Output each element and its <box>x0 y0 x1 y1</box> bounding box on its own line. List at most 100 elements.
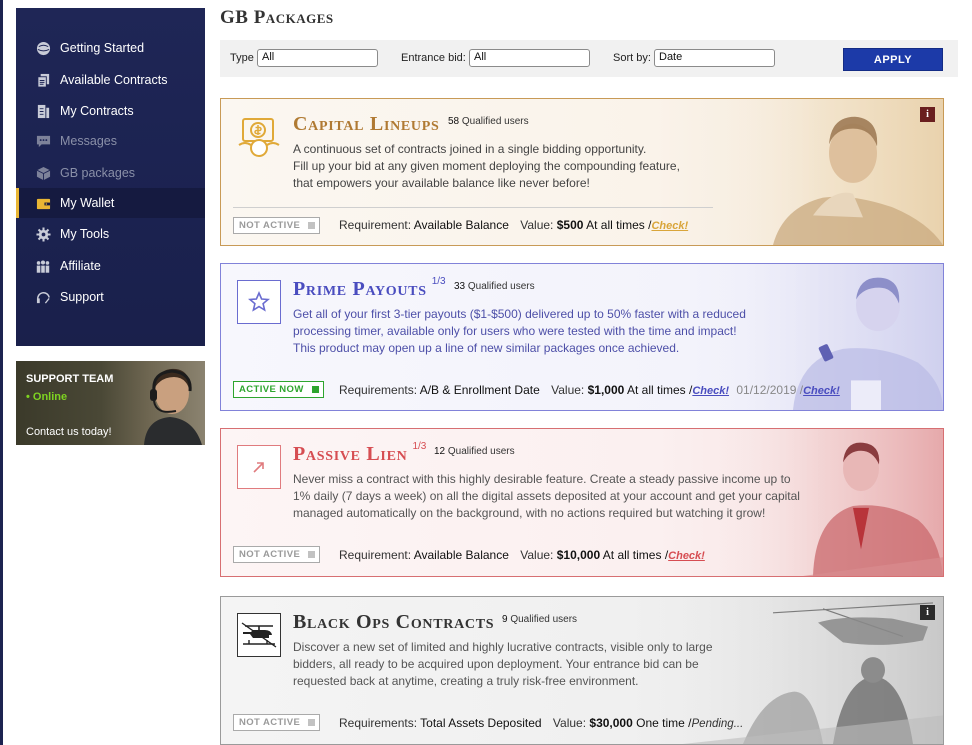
package-title: Passive Lien 1/3 <box>293 441 426 466</box>
description-line: bidders, all ready to be acquired upon d… <box>293 657 699 671</box>
sidebar-item-label: My Contracts <box>60 104 134 118</box>
support-team-banner[interactable]: SUPPORT TEAM • Online Contact us today! <box>16 361 205 445</box>
status-label: ACTIVE NOW <box>239 384 304 395</box>
value-label: Value: <box>520 218 554 232</box>
requirements-row: Requirement: Available Balance Value: $5… <box>339 218 688 232</box>
requirement-value: Total Assets Deposited <box>420 716 542 730</box>
sort-by-select[interactable]: Date <box>654 49 775 67</box>
description-line: Get all of your first 3-tier payouts ($1… <box>293 307 746 321</box>
requirements-row: Requirement: Available Balance Value: $1… <box>339 548 705 562</box>
sidebar-item-label: GB packages <box>60 166 136 180</box>
requirement-value: Available Balance <box>413 548 509 562</box>
description-line: requested back at anytime, creating a tr… <box>293 674 639 688</box>
support-status: • Online <box>26 391 68 403</box>
sidebar-item-support[interactable]: Support <box>16 282 205 312</box>
qualified-label: Qualified users <box>447 446 515 457</box>
qualified-label: Qualified users <box>467 281 535 292</box>
status-square-icon <box>308 222 316 229</box>
status-badge: NOT ACTIVE <box>233 217 321 234</box>
value-amount: $1,000 <box>587 383 625 397</box>
status-square-icon <box>308 551 316 558</box>
status-badge: NOT ACTIVE <box>233 546 321 563</box>
value-amount: $500 <box>556 218 584 232</box>
status-square-icon <box>308 719 316 726</box>
info-button[interactable]: i <box>920 605 935 620</box>
package-card-passive-lien: Passive Lien 1/3 12 Qualified users Never… <box>220 428 944 577</box>
support-agent-image <box>144 368 202 445</box>
sidebar-item-label: My Tools <box>60 227 110 241</box>
value-amount: $10,000 <box>556 548 601 562</box>
package-fraction: 1/3 <box>431 276 446 287</box>
check-link[interactable]: Check! <box>692 385 729 397</box>
qualified-count: 33 <box>454 281 466 292</box>
sidebar-item-my-wallet[interactable]: My Wallet <box>16 188 205 218</box>
qualified-label: Qualified users <box>510 614 578 625</box>
package-description: Never miss a contract with this highly d… <box>293 471 813 522</box>
sidebar-item-gb-packages[interactable]: GB packages <box>16 158 205 188</box>
sidebar-item-label: My Wallet <box>60 196 115 210</box>
status-badge: ACTIVE NOW <box>233 381 324 398</box>
entrance-bid-select[interactable]: All <box>469 49 590 67</box>
sidebar-item-affiliate[interactable]: Affiliate <box>16 251 205 281</box>
sidebar-item-getting-started[interactable]: Getting Started <box>16 33 205 63</box>
page-title: GB Packages <box>220 7 334 28</box>
divider <box>233 207 713 208</box>
description-line: managed automatically on the background,… <box>293 506 766 520</box>
description-line: 1% daily (7 days a week) on all the digi… <box>293 489 800 503</box>
description-line: This product may open up a line of new s… <box>293 341 680 355</box>
sidebar-item-my-contracts[interactable]: My Contracts <box>16 96 205 126</box>
box-icon <box>35 165 51 181</box>
requirement-value: A/B & Enrollment Date <box>419 383 540 397</box>
globe-icon <box>35 40 51 56</box>
sidebar-item-label: Getting Started <box>60 41 145 55</box>
qualified-users: 12 Qualified users <box>434 446 515 457</box>
status-badge: NOT ACTIVE <box>233 714 321 731</box>
package-title: Black Ops Contracts <box>293 611 495 633</box>
check-date-link[interactable]: Check! <box>803 385 840 397</box>
description-line: Never miss a contract with this highly d… <box>293 472 791 486</box>
package-title-text: Prime Payouts <box>293 278 427 300</box>
type-label: Type <box>230 52 254 64</box>
sort-by-label: Sort by: <box>613 52 651 64</box>
users-icon <box>35 258 51 274</box>
contracts-icon <box>35 72 51 88</box>
type-select[interactable]: All <box>257 49 378 67</box>
headset-icon <box>35 289 51 305</box>
enrollment-date: 01/12/2019 / <box>736 383 804 397</box>
apply-button[interactable]: APPLY <box>843 48 943 71</box>
description-line: Fill up your bid at any given moment dep… <box>293 159 680 173</box>
value-period: At all times / <box>626 383 693 397</box>
value-period: At all times / <box>602 548 669 562</box>
sidebar-item-messages[interactable]: Messages <box>16 126 205 156</box>
qualified-users: 9 Qualified users <box>502 614 577 625</box>
support-cta[interactable]: Contact us today! <box>26 426 112 438</box>
check-link[interactable]: Check! <box>668 550 705 562</box>
requirement-label: Requirements: <box>339 716 418 730</box>
requirement-value: Available Balance <box>413 218 509 232</box>
package-card-prime-payouts: Prime Payouts 1/3 33 Qualified users Get … <box>220 263 944 411</box>
description-line: Discover a new set of limited and highly… <box>293 640 713 654</box>
capital-lineups-icon <box>237 115 281 159</box>
qualified-count: 9 <box>502 614 508 625</box>
sidebar-item-available-contracts[interactable]: Available Contracts <box>16 65 205 95</box>
package-card-capital-lineups: i Capital Lineups 58 Qualified users A c… <box>220 98 944 246</box>
qualified-users: 58 Qualified users <box>448 116 529 127</box>
passive-lien-icon <box>237 445 281 489</box>
sidebar-item-label: Support <box>60 290 104 304</box>
check-link[interactable]: Check! <box>651 220 688 232</box>
sidebar-item-my-tools[interactable]: My Tools <box>16 219 205 249</box>
pending-status: Pending... <box>691 718 744 730</box>
sidebar-item-label: Messages <box>60 134 117 148</box>
value-period: At all times / <box>586 218 652 232</box>
status-label: NOT ACTIVE <box>239 717 301 728</box>
info-button[interactable]: i <box>920 107 935 122</box>
package-description: Discover a new set of limited and highly… <box>293 639 793 690</box>
qualified-count: 12 <box>434 446 446 457</box>
chat-icon <box>35 133 51 149</box>
package-card-black-ops-contracts: i Black Ops Contracts 9 Qualified users … <box>220 596 944 745</box>
status-square-icon <box>311 386 319 393</box>
package-title: Prime Payouts 1/3 <box>293 276 446 301</box>
requirement-label: Requirement: <box>339 218 412 232</box>
sidebar: Getting Started Available Contracts My C… <box>16 8 205 346</box>
qualified-users: 33 Qualified users <box>454 281 535 292</box>
